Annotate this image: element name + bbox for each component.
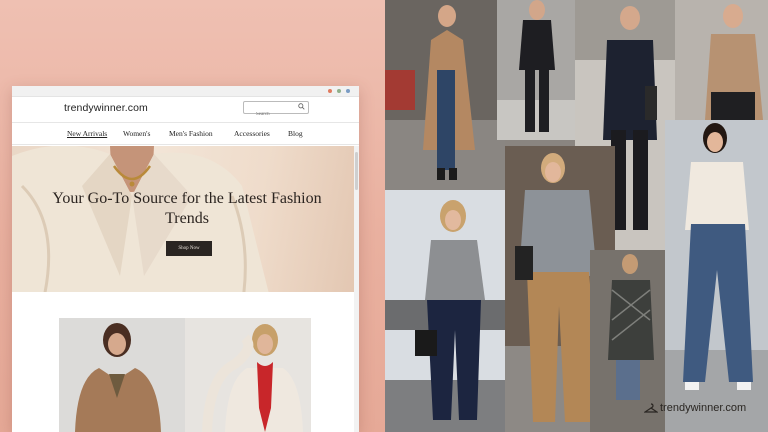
photo-black-suit-man: [497, 0, 577, 140]
watermark-text: trendywinner.com: [660, 402, 747, 414]
window-dot-red[interactable]: [328, 89, 332, 93]
shop-now-button[interactable]: Shop Now: [166, 241, 212, 256]
nav-accessories[interactable]: Accessories: [234, 129, 270, 138]
site-header: trendywinner.com: [12, 96, 359, 123]
main-nav: New Arrivals Women's Men's Fashion Acces…: [12, 122, 359, 145]
search-icon[interactable]: [298, 103, 305, 110]
nav-mens-fashion[interactable]: Men's Fashion: [169, 129, 213, 138]
photo-wide-jeans-woman: [665, 120, 768, 432]
product-image-trench[interactable]: [59, 318, 185, 432]
nav-womens[interactable]: Women's: [123, 129, 150, 138]
photo-belted-coat-woman: [675, 0, 768, 130]
window-dot-green[interactable]: [337, 89, 341, 93]
site-logo[interactable]: trendywinner.com: [64, 102, 148, 114]
scrollbar-thumb[interactable]: [355, 152, 358, 190]
nav-new-arrivals[interactable]: New Arrivals: [67, 129, 107, 138]
nav-blog[interactable]: Blog: [288, 129, 303, 138]
page-scrollbar[interactable]: [354, 146, 359, 432]
search-input[interactable]: [244, 109, 302, 120]
watermark-logo: trendywinner.com: [644, 402, 747, 414]
product-card-trench[interactable]: [59, 318, 185, 432]
browser-window: trendywinner.com New Arrivals Women's Me…: [12, 86, 359, 432]
product-card-sweater[interactable]: [185, 318, 311, 432]
hero-banner: Your Go-To Source for the Latest Fashion…: [12, 146, 354, 292]
hanger-icon: [644, 403, 658, 413]
search-box[interactable]: [243, 101, 309, 120]
street-style-collage: [385, 0, 768, 432]
photo-striped-sweater-woman: [385, 190, 505, 432]
photo-trench-coat-woman: [385, 0, 505, 190]
product-image-sweater[interactable]: [185, 318, 311, 432]
hero-title: Your Go-To Source for the Latest Fashion…: [52, 190, 322, 227]
window-dot-blue[interactable]: [346, 89, 350, 93]
